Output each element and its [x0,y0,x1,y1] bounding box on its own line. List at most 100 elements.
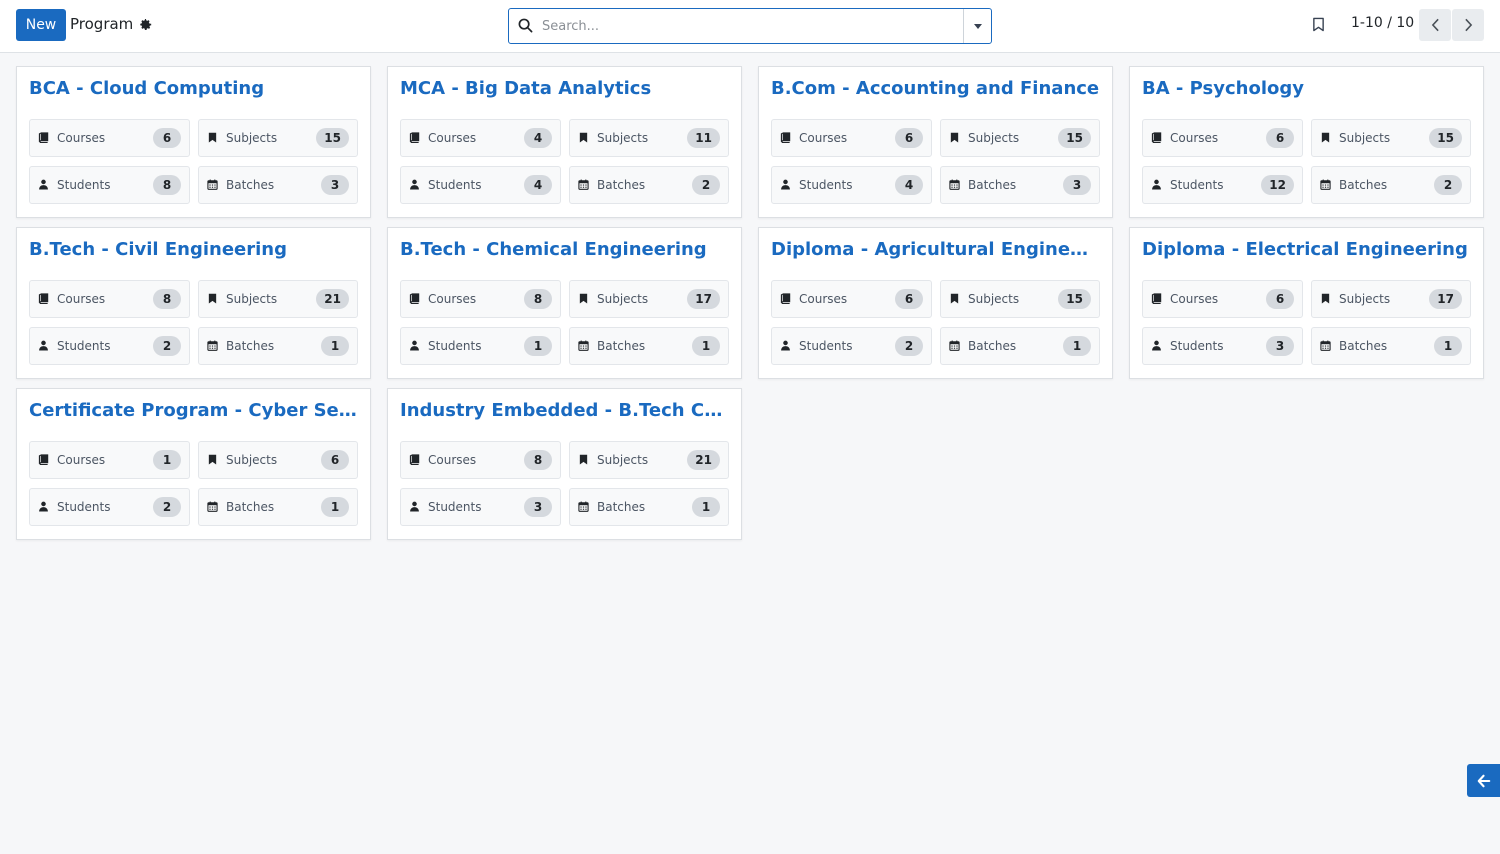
stat-button-students[interactable]: Students 4 [771,166,932,204]
stat-count: 4 [895,175,923,195]
stat-button-students[interactable]: Students 4 [400,166,561,204]
breadcrumb-program: Program [70,15,134,33]
stat-label: Subjects [226,292,278,306]
stat-button-batches[interactable]: Batches 1 [569,327,729,365]
program-title[interactable]: BA - Psychology [1142,77,1471,101]
calendar-icon [1320,179,1332,191]
stat-label: Batches [1339,178,1388,192]
book-icon [780,132,792,144]
stat-button-batches[interactable]: Batches 1 [940,327,1100,365]
calendar-icon [1320,340,1332,352]
stat-button-students[interactable]: Students 3 [1142,327,1303,365]
stat-button-students[interactable]: Students 12 [1142,166,1303,204]
calendar-icon [207,179,219,191]
bookmark-icon [949,132,961,144]
stat-button-courses[interactable]: Courses 6 [1142,119,1303,157]
stat-button-subjects[interactable]: Subjects 21 [198,280,358,318]
stat-button-students[interactable]: Students 8 [29,166,190,204]
stat-label: Batches [226,339,275,353]
pager-next-button[interactable] [1452,9,1484,41]
stat-button-courses[interactable]: Courses 8 [29,280,190,318]
stat-button-subjects[interactable]: Subjects 17 [1311,280,1471,318]
program-title[interactable]: B.Tech - Chemical Engineering [400,238,729,262]
book-icon [409,454,421,466]
program-card[interactable]: B.Tech - Civil Engineering Courses 8 Sub… [16,227,371,379]
book-icon [409,293,421,305]
program-card[interactable]: Diploma - Agricultural Engineering Cours… [758,227,1113,379]
program-title[interactable]: B.Com - Accounting and Finance [771,77,1100,101]
new-button[interactable]: New [16,9,66,41]
stat-label: Batches [968,339,1017,353]
side-panel-toggle-button[interactable] [1467,764,1500,797]
stat-button-courses[interactable]: Courses 6 [771,280,932,318]
stat-button-batches[interactable]: Batches 1 [198,488,358,526]
stat-button-subjects[interactable]: Subjects 15 [940,280,1100,318]
stat-button-batches[interactable]: Batches 3 [940,166,1100,204]
stat-count: 11 [687,128,720,148]
stat-label: Batches [226,178,275,192]
program-card[interactable]: Diploma - Electrical Engineering Courses… [1129,227,1484,379]
stat-label: Courses [799,292,848,306]
stat-button-students[interactable]: Students 1 [400,327,561,365]
stat-button-batches[interactable]: Batches 3 [198,166,358,204]
program-title[interactable]: Diploma - Agricultural Engineering [771,238,1100,262]
stat-button-batches[interactable]: Batches 2 [569,166,729,204]
stat-button-batches[interactable]: Batches 1 [198,327,358,365]
stat-count: 2 [1434,175,1462,195]
stat-count: 8 [153,175,181,195]
stat-button-courses[interactable]: Courses 8 [400,280,561,318]
stat-button-courses[interactable]: Courses 4 [400,119,561,157]
stat-label: Subjects [968,292,1020,306]
pager-previous-button[interactable] [1419,9,1451,41]
program-title[interactable]: MCA - Big Data Analytics [400,77,729,101]
stat-button-courses[interactable]: Courses 6 [1142,280,1303,318]
stat-button-courses[interactable]: Courses 6 [29,119,190,157]
favorites-bookmark-icon[interactable] [1312,17,1326,33]
search-input[interactable] [542,9,963,43]
stat-button-subjects[interactable]: Subjects 15 [1311,119,1471,157]
stat-button-courses[interactable]: Courses 8 [400,441,561,479]
program-card[interactable]: B.Com - Accounting and Finance Courses 6… [758,66,1113,218]
program-card[interactable]: MCA - Big Data Analytics Courses 4 Subje… [387,66,742,218]
stat-button-students[interactable]: Students 2 [771,327,932,365]
stat-button-subjects[interactable]: Subjects 11 [569,119,729,157]
pager-value[interactable]: 1-10 / 10 [1351,15,1414,31]
stat-label: Students [799,178,853,192]
program-card[interactable]: Certificate Program - Cyber Security Cou… [16,388,371,540]
stat-label: Courses [57,131,106,145]
arrow-left-icon [1477,774,1490,787]
stat-button-subjects[interactable]: Subjects 17 [569,280,729,318]
search-options-toggle[interactable] [963,9,991,43]
program-card[interactable]: B.Tech - Chemical Engineering Courses 8 … [387,227,742,379]
program-title[interactable]: Industry Embedded - B.Tech CSE [400,399,729,423]
program-stats: Courses 4 Subjects 11 Students 4 Batches… [400,119,729,204]
stat-label: Batches [226,500,275,514]
program-card[interactable]: Industry Embedded - B.Tech CSE Courses 8… [387,388,742,540]
stat-button-subjects[interactable]: Subjects 15 [198,119,358,157]
stat-count: 15 [316,128,349,148]
program-stats: Courses 8 Subjects 21 Students 3 Batches… [400,441,729,526]
program-card[interactable]: BA - Psychology Courses 6 Subjects 15 St… [1129,66,1484,218]
stat-label: Courses [428,453,477,467]
stat-button-batches[interactable]: Batches 2 [1311,166,1471,204]
stat-button-courses[interactable]: Courses 6 [771,119,932,157]
calendar-icon [949,340,961,352]
user-icon [409,501,421,513]
program-title[interactable]: Certificate Program - Cyber Security [29,399,358,423]
user-icon [409,179,421,191]
program-title[interactable]: Diploma - Electrical Engineering [1142,238,1471,262]
stat-button-courses[interactable]: Courses 1 [29,441,190,479]
stat-button-subjects[interactable]: Subjects 15 [940,119,1100,157]
program-card[interactable]: BCA - Cloud Computing Courses 6 Subjects… [16,66,371,218]
program-title[interactable]: B.Tech - Civil Engineering [29,238,358,262]
stat-button-batches[interactable]: Batches 1 [1311,327,1471,365]
gear-icon[interactable] [139,18,152,31]
stat-button-subjects[interactable]: Subjects 21 [569,441,729,479]
stat-button-subjects[interactable]: Subjects 6 [198,441,358,479]
stat-button-students[interactable]: Students 3 [400,488,561,526]
program-title[interactable]: BCA - Cloud Computing [29,77,358,101]
stat-button-students[interactable]: Students 2 [29,488,190,526]
stat-label: Students [428,500,482,514]
stat-button-students[interactable]: Students 2 [29,327,190,365]
stat-button-batches[interactable]: Batches 1 [569,488,729,526]
